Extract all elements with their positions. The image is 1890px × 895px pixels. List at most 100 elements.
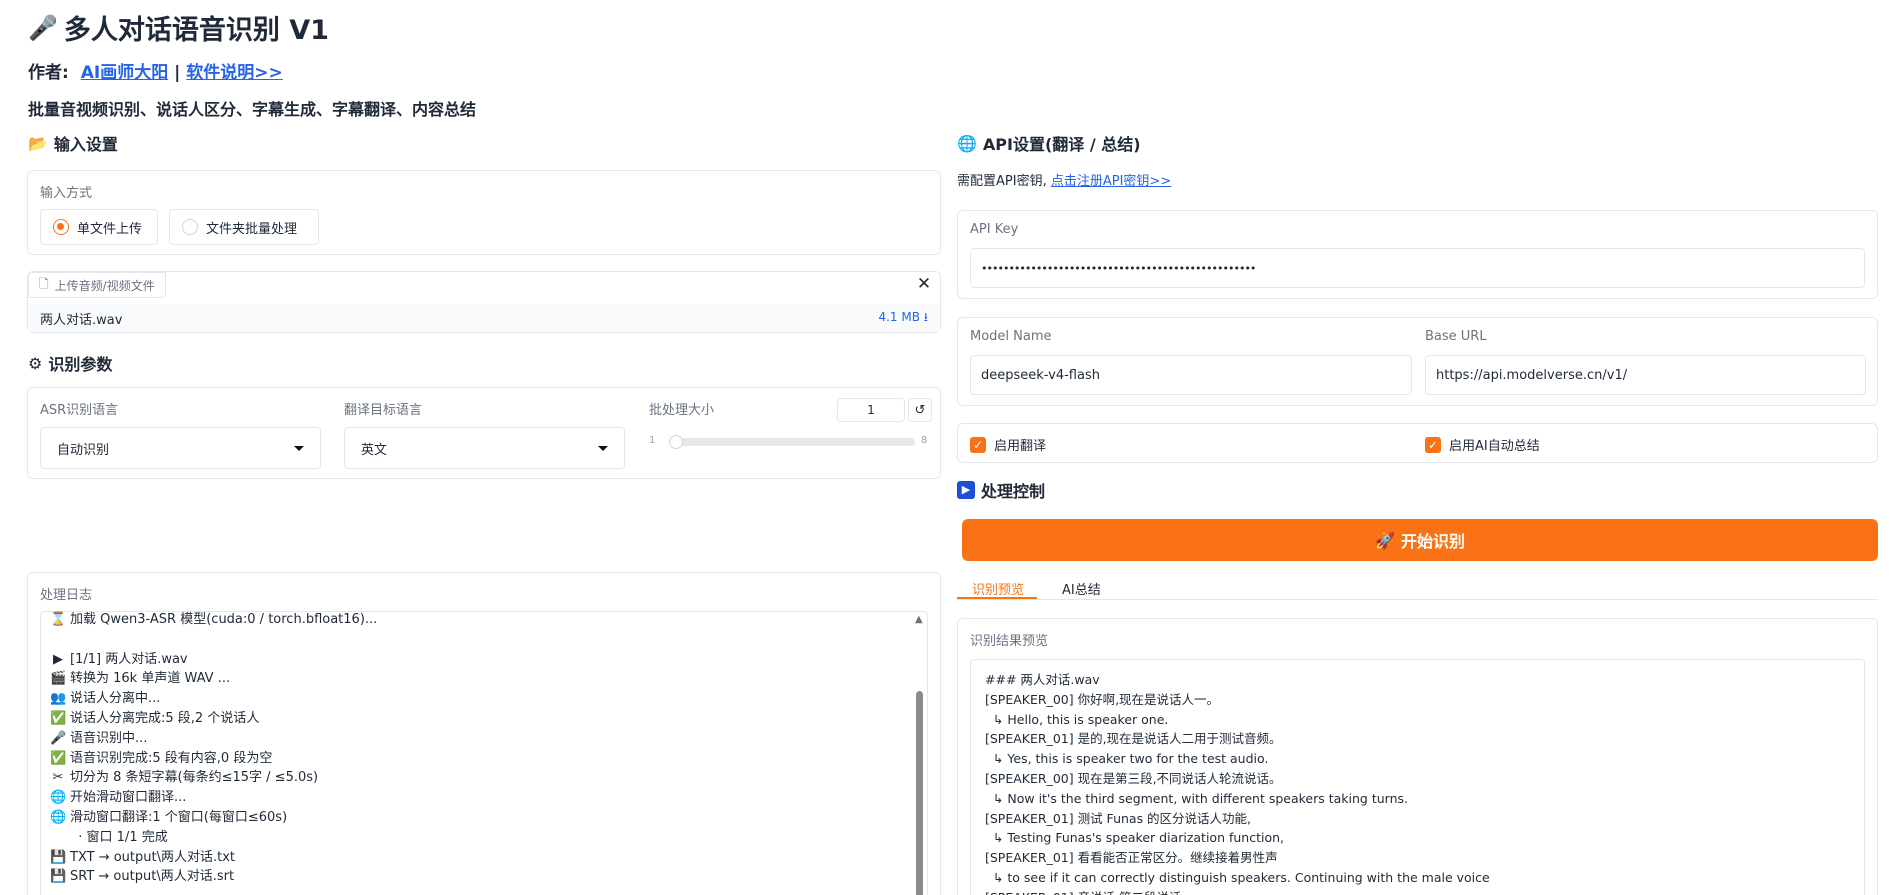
params-title: 识别参数 xyxy=(48,355,113,374)
log-lines: ⌛ 加载 Qwen3-ASR 模型(cuda:0 / torch.bfloat16… xyxy=(50,610,910,895)
play-icon: ▶ xyxy=(957,481,975,499)
enable-summary-checkbox[interactable]: ✓ 启用AI自动总结 xyxy=(1425,435,1540,454)
author-link[interactable]: AI画师大阳 xyxy=(81,63,168,83)
radio-folder-batch-label: 文件夹批量处理 xyxy=(206,221,298,237)
api-note-text: 需配置API密钥, xyxy=(957,174,1047,189)
asr-lang-label: ASR识别语言 xyxy=(40,403,119,418)
reset-icon[interactable]: ↺ xyxy=(908,398,932,422)
log-line-text: 开始滑动窗口翻译... xyxy=(70,790,187,806)
target-lang-label: 翻译目标语言 xyxy=(344,403,423,418)
log-line-icon: 🎤 xyxy=(50,730,67,746)
log-line-text: 加载 Qwen3-ASR 模型(cuda:0 / torch.bfloat16)… xyxy=(70,612,378,627)
result-line: ↳ Testing Funas's speaker diarization fu… xyxy=(985,830,1285,846)
close-icon[interactable]: ✕ xyxy=(914,274,934,294)
log-line-text: 切分为 8 条短字幕(每条约≤15字 / ≤5.0s) xyxy=(70,770,319,786)
target-lang-select[interactable]: 英文 xyxy=(344,427,625,469)
radio-single-file[interactable]: 单文件上传 xyxy=(40,209,158,245)
enable-translate-checkbox[interactable]: ✓ 启用翻译 xyxy=(970,435,1046,454)
log-label: 处理日志 xyxy=(40,588,93,603)
check-icon: ✓ xyxy=(970,436,986,453)
api-key-value: ••••••••••••••••••••••••••••••••••••••••… xyxy=(981,261,1256,275)
file-size-text: 4.1 MB xyxy=(878,309,920,324)
log-scrollbar[interactable] xyxy=(916,691,923,895)
log-line-icon: 🌐 xyxy=(50,790,67,806)
log-line: 💾 SRT → output\两人对话.srt xyxy=(50,867,910,887)
result-line: [SPEAKER_01] 看看能否正常区分。继续接着男性声 xyxy=(985,850,1278,866)
log-line-text: 语音识别中... xyxy=(70,730,148,746)
globe-icon: 🌐 xyxy=(957,133,977,153)
result-line: [SPEAKER_00] 你好啊,现在是说话人一。 xyxy=(985,691,1220,707)
download-icon: ⭳ xyxy=(923,309,928,324)
radio-folder-batch[interactable]: 文件夹批量处理 xyxy=(169,209,319,245)
enable-translate-label: 启用翻译 xyxy=(994,439,1047,454)
slider-thumb[interactable] xyxy=(669,435,683,449)
log-line-text: 转换为 16k 单声道 WAV ... xyxy=(70,671,231,687)
batch-size-slider[interactable] xyxy=(669,435,915,449)
log-line: 🌐 滑动窗口翻译:1 个窗口(每窗口≤60s) xyxy=(50,808,910,828)
log-line-icon: ✂ xyxy=(52,770,64,786)
tab-ai-summary-label: AI总结 xyxy=(1062,582,1101,598)
log-line-icon: ⌛ xyxy=(50,612,67,627)
docs-link[interactable]: 软件说明>> xyxy=(186,63,283,83)
control-title: 处理控制 xyxy=(981,482,1046,501)
log-line-text: 说话人分离中... xyxy=(70,691,161,707)
batch-size-input[interactable]: 1 xyxy=(837,398,905,422)
log-line-text: SRT → output\两人对话.srt xyxy=(70,869,235,885)
gear-icon: ⚙ xyxy=(28,353,43,373)
chevron-down-icon xyxy=(598,445,608,451)
result-line: ↳ Hello, this is speaker one. xyxy=(985,711,1169,727)
log-line-icon: ✅ xyxy=(50,750,67,766)
api-key-input[interactable]: ••••••••••••••••••••••••••••••••••••••••… xyxy=(970,248,1865,288)
microphone-icon: 🎤 xyxy=(28,13,58,42)
active-tab-indicator xyxy=(957,597,1037,599)
input-mode-group: 输入方式 单文件上传 文件夹批量处理 xyxy=(27,170,941,255)
enable-summary-label: 启用AI自动总结 xyxy=(1449,439,1540,454)
log-line: ✅ 语音识别完成:5 段有内容,0 段为空 xyxy=(50,749,910,769)
log-line-icon: 🌐 xyxy=(50,809,67,825)
uploaded-file-size[interactable]: 4.1 MB ⭳ xyxy=(878,308,928,329)
api-note: 需配置API密钥, 点击注册API密钥>> xyxy=(957,170,1171,189)
log-line-text: 语音识别完成:5 段有内容,0 段为空 xyxy=(70,750,273,766)
tab-ai-summary[interactable]: AI总结 xyxy=(1062,574,1101,602)
log-line-icon: 💾 xyxy=(50,869,67,885)
start-button[interactable]: 🚀 开始识别 xyxy=(962,519,1878,561)
log-line: 💾 TXT → output\两人对话.txt xyxy=(50,848,910,868)
log-line: ▶ [1/1] 两人对话.wav xyxy=(50,650,910,670)
result-label: 识别结果预览 xyxy=(970,634,1049,649)
check-icon: ✓ xyxy=(1425,436,1441,453)
author-separator: | xyxy=(174,63,181,83)
params-heading: ⚙ 识别参数 xyxy=(28,351,112,375)
model-name-label: Model Name xyxy=(970,329,1052,344)
log-line-icon: 🎬 xyxy=(50,671,67,687)
result-line: [SPEAKER_01] 测试 Funas 的区分说话人功能, xyxy=(985,810,1252,826)
log-line-icon: ▶ xyxy=(53,651,63,667)
result-line: [SPEAKER_00] 现在是第三段,不同说话人轮流说话。 xyxy=(985,770,1282,786)
scroll-up-icon[interactable]: ▲ xyxy=(915,614,923,625)
log-line: 👥 说话人分离中... xyxy=(50,689,910,709)
file-upload: 🗋 上传音频/视频文件 ✕ 两人对话.wav 4.1 MB ⭳ xyxy=(27,271,941,333)
tab-divider xyxy=(957,599,1878,600)
chevron-down-icon xyxy=(294,445,304,451)
base-url-input[interactable]: https://api.modelverse.cn/v1/ xyxy=(1425,355,1866,395)
uploaded-file-name: 两人对话.wav xyxy=(40,312,123,328)
result-line: ↳ Now it's the third segment, with diffe… xyxy=(985,790,1408,806)
radio-single-file-label: 单文件上传 xyxy=(77,221,143,237)
register-api-link[interactable]: 点击注册API密钥>> xyxy=(1051,174,1171,189)
page-title: 🎤 多人对话语音识别 V1 xyxy=(28,8,329,47)
log-line-text: 说话人分离完成:5 段,2 个说话人 xyxy=(70,710,260,726)
log-line-text: [1/1] 两人对话.wav xyxy=(70,651,188,667)
input-settings-heading: 📂 输入设置 xyxy=(28,131,118,155)
target-lang-value: 英文 xyxy=(361,442,388,458)
result-line: ### 两人对话.wav xyxy=(985,672,1100,687)
result-line: [SPEAKER_01] 音说话,第二段说话。 xyxy=(985,888,1865,895)
batch-size-label: 批处理大小 xyxy=(649,403,715,418)
log-line-icon: ✅ xyxy=(50,710,67,726)
author-label: 作者: xyxy=(28,63,69,83)
log-line: ✅ 说话人分离完成:5 段,2 个说话人 xyxy=(50,709,910,729)
model-name-input[interactable]: deepseek-v4-flash xyxy=(970,355,1412,395)
input-mode-label: 输入方式 xyxy=(40,186,93,201)
control-heading: ▶ 处理控制 xyxy=(957,478,1045,502)
asr-lang-select[interactable]: 自动识别 xyxy=(40,427,321,469)
api-settings-title: API设置(翻译 / 总结) xyxy=(982,135,1141,154)
result-line: [SPEAKER_01] 是的,现在是说话人二用于测试音频。 xyxy=(985,731,1282,747)
